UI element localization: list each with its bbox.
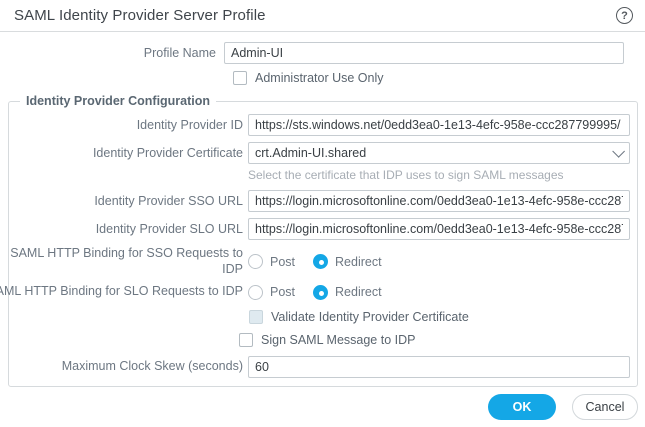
identity-provider-certificate-dropdown[interactable]: crt.Admin-UI.shared [248,142,630,164]
identity-provider-id-label: Identity Provider ID [136,117,243,132]
identity-provider-sso-url-row: Identity Provider SSO URL [9,190,637,212]
identity-provider-certificate-label: Identity Provider Certificate [92,145,243,160]
sign-saml-message-checkbox[interactable] [239,332,253,347]
administrator-use-only-row: Administrator Use Only [233,71,645,85]
saml-idp-server-profile-dialog: SAML Identity Provider Server Profile ? … [0,0,645,427]
identity-provider-certificate-row: Identity Provider Certificate crt.Admin-… [9,142,637,164]
validate-certificate-checkbox [249,309,263,324]
sso-binding-redirect-option[interactable]: Redirect [313,254,382,270]
identity-provider-slo-url-label: Identity Provider SLO URL [95,221,243,236]
clock-skew-label: Maximum Clock Skew (seconds) [61,359,243,374]
identity-provider-sso-url-label: Identity Provider SSO URL [94,193,243,208]
certificate-hint-text: Select the certificate that IDP uses to … [248,168,564,182]
slo-binding-label: SAML HTTP Binding for SLO Requests to ID… [0,284,243,299]
identity-provider-id-row: Identity Provider ID [9,114,637,136]
administrator-use-only-label: Administrator Use Only [255,71,384,85]
identity-provider-sso-url-input[interactable] [248,190,630,212]
identity-provider-slo-url-row: Identity Provider SLO URL [9,218,637,240]
sso-binding-label: SAML HTTP Binding for SSO Requests to ID… [10,246,243,276]
dialog-footer: OK Cancel [488,394,638,420]
profile-name-label: Profile Name [143,45,216,60]
radio-unselected-icon[interactable] [248,254,263,270]
chevron-down-icon [612,144,625,158]
validate-certificate-label: Validate Identity Provider Certificate [271,309,469,324]
slo-binding-post-option[interactable]: Post [248,284,296,300]
clock-skew-row: Maximum Clock Skew (seconds) [9,355,637,378]
sso-binding-redirect-label: Redirect [335,254,382,269]
group-legend: Identity Provider Configuration [26,94,211,108]
cancel-button[interactable]: Cancel [572,394,638,420]
sso-binding-row: SAML HTTP Binding for SSO Requests to ID… [9,246,637,277]
slo-binding-redirect-option[interactable]: Redirect [313,284,382,300]
dialog-header: SAML Identity Provider Server Profile ? [0,0,645,32]
sign-saml-message-label: Sign SAML Message to IDP [261,332,416,347]
profile-name-row: Profile Name [0,42,645,64]
help-icon[interactable]: ? [616,7,633,24]
identity-provider-configuration-group: Identity Provider Configuration Identity… [0,94,638,387]
certificate-hint-row: Select the certificate that IDP uses to … [248,166,637,184]
identity-provider-certificate-value: crt.Admin-UI.shared [255,146,367,160]
dialog-title: SAML Identity Provider Server Profile [14,7,266,24]
ok-button[interactable]: OK [488,394,556,420]
profile-name-input[interactable] [224,42,624,64]
sso-binding-post-label: Post [270,254,296,269]
radio-unselected-icon[interactable] [248,284,263,300]
radio-selected-icon[interactable] [313,254,329,270]
slo-binding-row: SAML HTTP Binding for SLO Requests to ID… [0,284,637,300]
identity-provider-slo-url-input[interactable] [248,218,630,240]
sign-saml-message-row: Sign SAML Message to IDP [239,332,637,347]
validate-certificate-row: Validate Identity Provider Certificate [249,309,637,324]
slo-binding-radio-group: Post Redirect [248,284,630,300]
administrator-use-only-checkbox[interactable] [233,71,247,85]
slo-binding-redirect-label: Redirect [335,285,382,300]
sso-binding-post-option[interactable]: Post [248,254,296,270]
sso-binding-radio-group: Post Redirect [248,254,630,270]
clock-skew-input[interactable] [248,355,630,378]
identity-provider-id-input[interactable] [248,114,630,136]
radio-selected-icon[interactable] [313,284,329,300]
slo-binding-post-label: Post [270,285,296,300]
